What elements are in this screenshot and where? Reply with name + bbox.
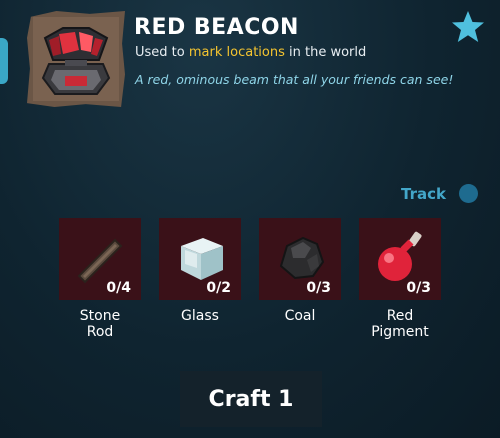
ingredient-name-line1: Glass xyxy=(181,308,219,324)
ingredient-name-line2: Pigment xyxy=(371,324,429,340)
item-usage: Used to mark locations in the world xyxy=(135,45,366,60)
ingredient-count: 0/3 xyxy=(306,280,331,296)
usage-prefix: Used to xyxy=(135,45,185,60)
ingredient-slot-red-pigment[interactable]: 0/3 xyxy=(359,218,441,300)
craft-button[interactable]: Craft 1 xyxy=(180,371,322,427)
ingredient-name-line1: Coal xyxy=(284,308,316,324)
ingredient-count: 0/3 xyxy=(406,280,431,296)
item-description: A red, ominous beam that all your friend… xyxy=(135,72,454,87)
item-title: RED BEACON xyxy=(134,15,299,40)
ingredient-slot-glass[interactable]: 0/2 xyxy=(159,218,241,300)
ingredient-label-stone-rod: Stone Rod xyxy=(59,308,141,340)
ingredient-count: 0/4 xyxy=(106,280,131,296)
ingredient-label-red-pigment: Red Pigment xyxy=(359,308,441,340)
star-icon[interactable] xyxy=(451,10,485,44)
usage-highlight: mark locations xyxy=(188,45,285,60)
ingredient-name-line1: Red xyxy=(386,308,414,324)
ingredient-label-coal: Coal xyxy=(259,308,341,324)
ingredient-name-line1: Stone xyxy=(79,308,121,324)
ingredient-label-glass: Glass xyxy=(159,308,241,324)
ingredient-slot-stone-rod[interactable]: 0/4 xyxy=(59,218,141,300)
ingredient-count: 0/2 xyxy=(206,280,231,296)
ingredient-slot-coal[interactable]: 0/3 xyxy=(259,218,341,300)
track-label[interactable]: Track xyxy=(401,185,446,203)
ingredient-name-line2: Rod xyxy=(86,324,114,340)
usage-suffix: in the world xyxy=(289,45,367,60)
side-panel-tab[interactable] xyxy=(0,38,8,84)
red-beacon-icon xyxy=(41,27,111,95)
track-toggle[interactable] xyxy=(459,184,478,203)
